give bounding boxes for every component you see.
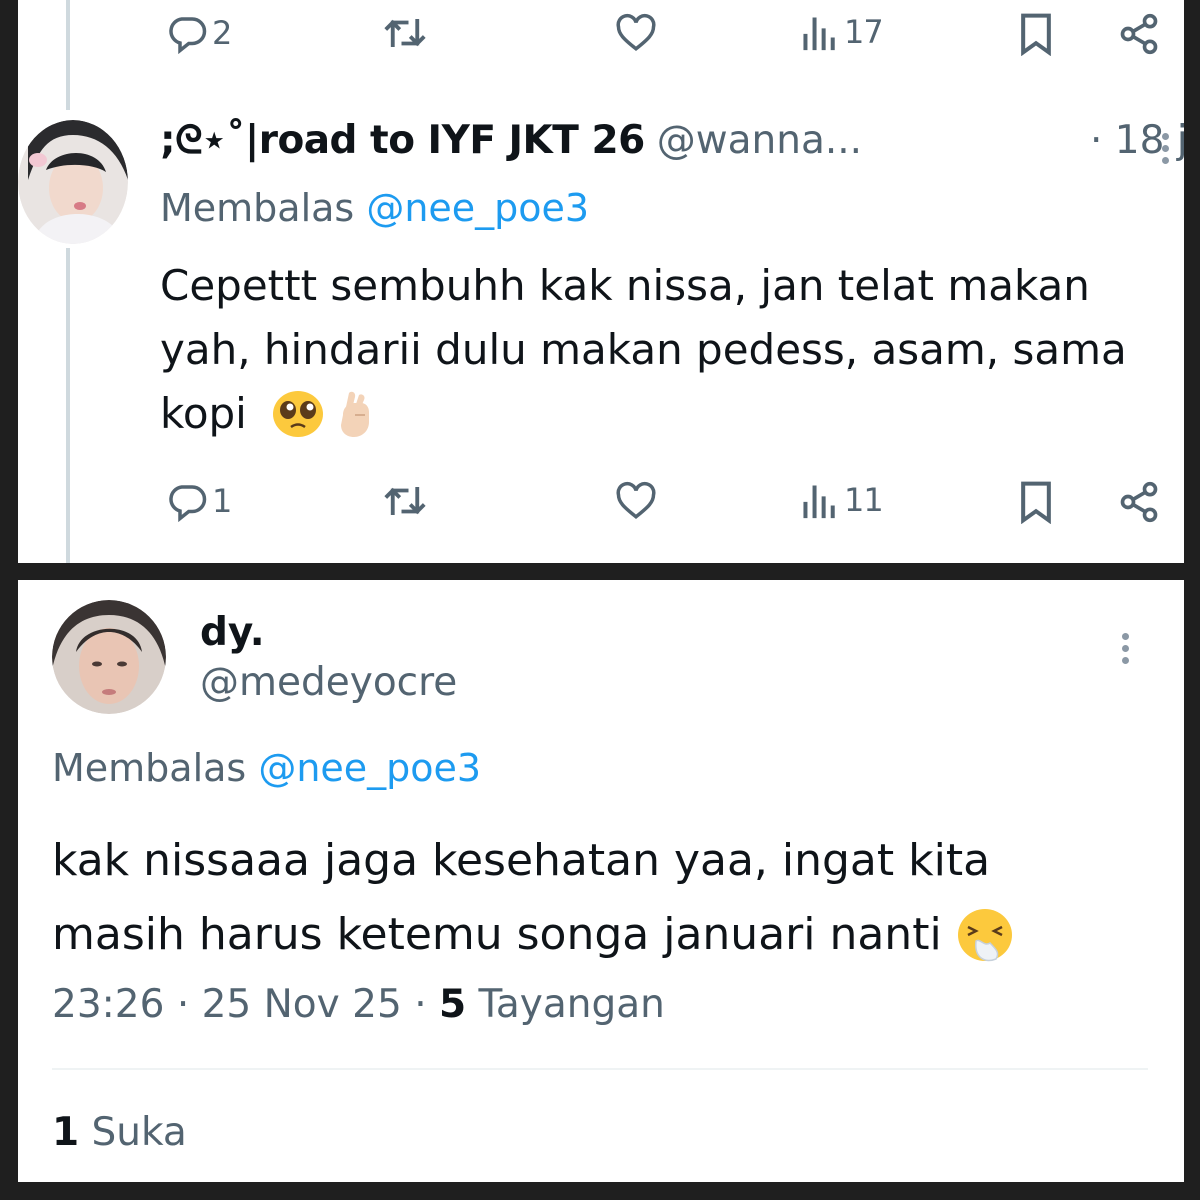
tweet-detail-panel: dy. @medeyocre Membalas @nee_poe3 kak ni… [18, 580, 1184, 1182]
timestamp[interactable]: · 18 jam [1090, 118, 1184, 163]
replying-to-handle[interactable]: @nee_poe3 [366, 186, 589, 230]
share-button[interactable] [1116, 480, 1162, 524]
display-name[interactable]: dy. [200, 610, 265, 655]
tweet-date[interactable]: 25 Nov 25 [202, 982, 402, 1027]
reply-icon [169, 17, 207, 54]
likes-label: Suka [91, 1110, 187, 1155]
reply-button[interactable]: 2 [166, 12, 232, 54]
avatar[interactable] [52, 600, 166, 714]
share-icon [1120, 481, 1158, 523]
views-button[interactable]: 17 [800, 12, 884, 52]
share-button[interactable] [1116, 12, 1162, 56]
like-button[interactable] [614, 12, 658, 54]
retweet-button[interactable] [382, 12, 428, 54]
user-handle[interactable]: @medeyocre [200, 660, 457, 705]
reply-thread-panel: 2 17 ;ᘓ⋆˚|road to IYF JKT 26 @wanna... ·… [18, 0, 1184, 563]
avatar[interactable] [18, 120, 128, 244]
tweet-text: Cepettt sembuhh kak nissa, jan telat mak… [160, 254, 1184, 446]
finger-heart-emoji [340, 391, 369, 437]
tweet-header: ;ᘓ⋆˚|road to IYF JKT 26 @wanna... · 18 ja… [160, 118, 1184, 174]
share-icon [1120, 13, 1158, 55]
bookmark-icon [1021, 481, 1051, 524]
retweet-icon [384, 19, 426, 47]
like-icon [616, 481, 656, 519]
pleading-face-emoji [272, 391, 323, 437]
tweet-text-line-1: Cepettt sembuhh kak nissa, jan telat mak… [160, 261, 1090, 310]
views-count: 17 [844, 13, 884, 51]
tweet-text-line-2: yah, hindarii dulu makan pedess, asam, s… [160, 325, 1127, 374]
views-button[interactable]: 11 [800, 480, 884, 520]
user-handle[interactable]: @wanna... [657, 118, 862, 163]
tweet-text-line-3: kopi [160, 389, 247, 438]
bookmark-button[interactable] [1016, 480, 1056, 524]
reply-button[interactable]: 1 [166, 480, 232, 522]
divider [52, 1068, 1148, 1070]
likes-summary[interactable]: 1 Suka [52, 1110, 187, 1155]
bookmark-button[interactable] [1016, 12, 1056, 56]
replying-to-handle[interactable]: @nee_poe3 [258, 746, 481, 790]
views-count: 5 [438, 982, 467, 1027]
tweet-meta: 23:26 · 25 Nov 25 · 5 Tayangan [52, 982, 665, 1027]
views-count: 11 [844, 481, 884, 519]
views-label: Tayangan [478, 982, 665, 1027]
replying-to: Membalas @nee_poe3 [160, 186, 589, 230]
replying-to: Membalas @nee_poe3 [52, 746, 481, 790]
sneezing-face-emoji [957, 909, 1012, 962]
replying-prefix: Membalas [52, 746, 247, 790]
like-button[interactable] [614, 480, 658, 522]
tweet-text-line-2: masih harus ketemu songa januari nanti [52, 909, 942, 960]
views-icon [803, 485, 835, 519]
tweet-time[interactable]: 23:26 [52, 982, 164, 1027]
bookmark-icon [1021, 13, 1051, 56]
retweet-button[interactable] [382, 480, 428, 522]
views-icon [803, 17, 835, 51]
replying-prefix: Membalas [160, 186, 355, 230]
more-icon[interactable] [1162, 128, 1169, 169]
reply-count: 1 [212, 482, 232, 520]
reply-icon [169, 485, 207, 522]
retweet-icon [384, 487, 426, 515]
display-name[interactable]: ;ᘓ⋆˚|road to IYF JKT 26 [160, 118, 645, 163]
like-icon [616, 13, 656, 51]
tweet-actions: 1 11 [18, 474, 1184, 534]
reply-count: 2 [212, 14, 232, 52]
more-icon[interactable] [1122, 628, 1129, 669]
tweet-text: kak nissaaa jaga kesehatan yaa, ingat ki… [52, 824, 1162, 972]
likes-count: 1 [52, 1110, 80, 1155]
previous-tweet-actions: 2 17 [18, 6, 1184, 66]
tweet-text-line-1: kak nissaaa jaga kesehatan yaa, ingat ki… [52, 835, 991, 886]
